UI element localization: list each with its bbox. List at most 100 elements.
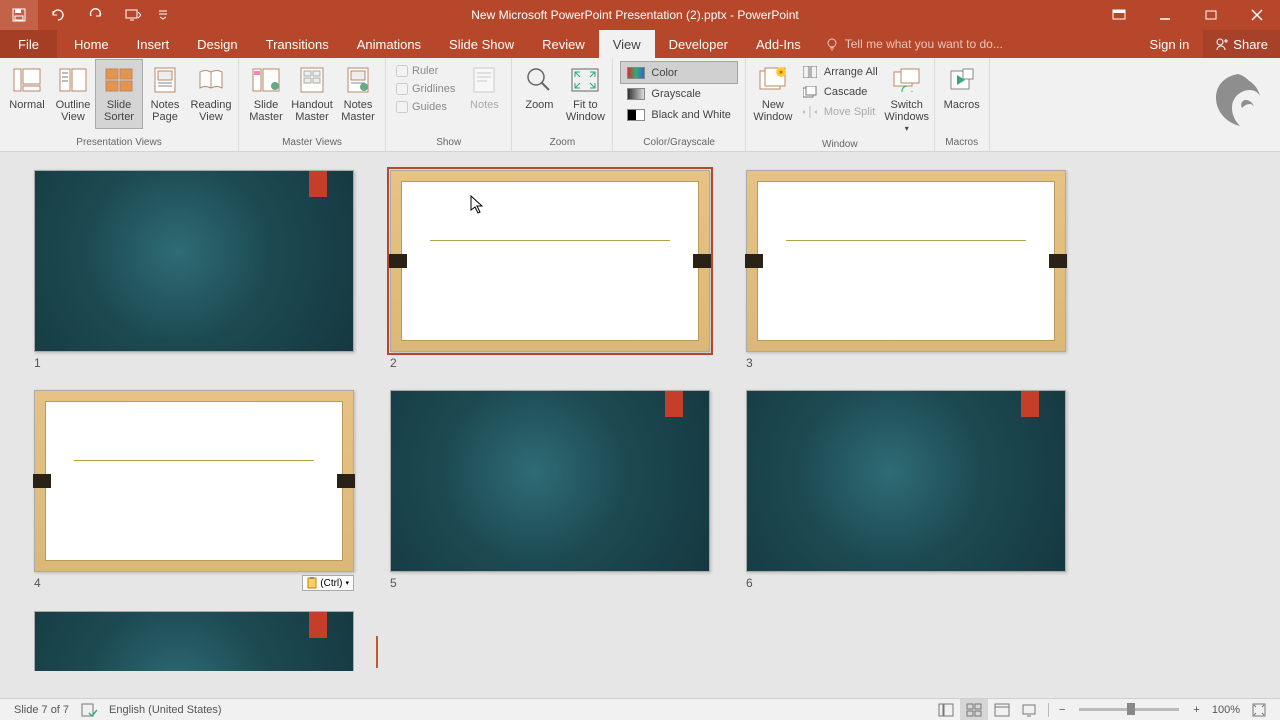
tell-me-placeholder: Tell me what you want to do...: [845, 37, 1003, 51]
group-show: Ruler Gridlines Guides Notes Show: [386, 58, 512, 151]
macros-button[interactable]: Macros: [939, 60, 985, 128]
slide-thumbnail-1[interactable]: 1: [34, 170, 354, 370]
notes-page-button[interactable]: Notes Page: [142, 60, 188, 128]
group-label: Show: [390, 135, 507, 151]
start-from-beginning-button[interactable]: [114, 0, 152, 30]
group-label: Window: [750, 137, 930, 153]
svg-text:✶: ✶: [778, 68, 785, 77]
redo-button[interactable]: [76, 0, 114, 30]
slide-sorter-area[interactable]: 1 2 3 4 (Ctrl)▾ 5 6: [0, 152, 1280, 698]
slide-number: 1: [34, 356, 41, 370]
tab-add-ins[interactable]: Add-Ins: [742, 30, 815, 58]
share-button[interactable]: Share: [1203, 30, 1280, 58]
new-window-button[interactable]: ✶New Window: [750, 60, 796, 128]
slide-thumbnail-6[interactable]: 6: [746, 390, 1066, 591]
zoom-level[interactable]: 100%: [1206, 699, 1246, 720]
slide-sorter-button[interactable]: Slide Sorter: [96, 60, 142, 128]
spellcheck-icon[interactable]: [75, 699, 103, 720]
zoom-out-button[interactable]: −: [1053, 699, 1071, 720]
handout-master-button[interactable]: Handout Master: [289, 60, 335, 128]
zoom-in-button[interactable]: +: [1187, 699, 1205, 720]
slide-number: 4: [34, 576, 41, 591]
group-master-views: Slide Master Handout Master Notes Master…: [239, 58, 386, 151]
notes-button[interactable]: Notes: [461, 60, 507, 128]
slide-sorter-shortcut[interactable]: [960, 699, 988, 720]
slide-thumbnail-5[interactable]: 5: [390, 390, 710, 591]
undo-button[interactable]: [38, 0, 76, 30]
switch-windows-button[interactable]: Switch Windows▾: [884, 60, 930, 137]
cascade-button[interactable]: Cascade: [796, 82, 884, 102]
maximize-button[interactable]: [1188, 0, 1234, 30]
tab-developer[interactable]: Developer: [655, 30, 742, 58]
group-label: Master Views: [243, 135, 381, 151]
ribbon-display-button[interactable]: [1096, 0, 1142, 30]
window-title: New Microsoft PowerPoint Presentation (2…: [174, 8, 1096, 22]
slide-number: 5: [390, 576, 397, 590]
slide-number: 6: [746, 576, 753, 590]
tab-insert[interactable]: Insert: [123, 30, 184, 58]
language-status[interactable]: English (United States): [103, 699, 228, 720]
tab-design[interactable]: Design: [183, 30, 251, 58]
reading-view-button[interactable]: Reading View: [188, 60, 234, 128]
quick-access-toolbar: [0, 0, 174, 30]
dragon-logo-icon: [1206, 70, 1270, 134]
clipboard-icon: [307, 577, 317, 589]
tab-home[interactable]: Home: [60, 30, 123, 58]
slide-thumbnail-3[interactable]: 3: [746, 170, 1066, 370]
black-white-mode-button[interactable]: Black and White: [621, 104, 736, 125]
tell-me-search[interactable]: Tell me what you want to do...: [815, 30, 1136, 58]
tab-animations[interactable]: Animations: [343, 30, 435, 58]
group-color-grayscale: Color Grayscale Black and White Color/Gr…: [613, 58, 745, 151]
sign-in-button[interactable]: Sign in: [1136, 30, 1204, 58]
paste-options-button[interactable]: (Ctrl)▾: [302, 575, 354, 591]
normal-view-shortcut[interactable]: [932, 699, 960, 720]
reading-view-shortcut[interactable]: [988, 699, 1016, 720]
group-label: Color/Grayscale: [617, 135, 740, 151]
zoom-button[interactable]: Zoom: [516, 60, 562, 128]
gridlines-checkbox[interactable]: Gridlines: [396, 80, 455, 98]
save-button[interactable]: [0, 0, 38, 30]
close-button[interactable]: [1234, 0, 1280, 30]
slide-number: 2: [390, 356, 397, 370]
group-label: Presentation Views: [4, 135, 234, 151]
tab-slide-show[interactable]: Slide Show: [435, 30, 528, 58]
color-mode-button[interactable]: Color: [621, 62, 736, 83]
fit-to-window-button[interactable]: Fit to Window: [562, 60, 608, 128]
title-bar: New Microsoft PowerPoint Presentation (2…: [0, 0, 1280, 30]
fit-to-window-shortcut[interactable]: [1246, 699, 1272, 720]
window-controls: [1096, 0, 1280, 30]
slide-thumbnail-7[interactable]: [34, 611, 354, 671]
ribbon: Normal Outline View Slide Sorter Notes P…: [0, 58, 1280, 152]
grayscale-mode-button[interactable]: Grayscale: [621, 83, 736, 104]
group-zoom: Zoom Fit to Window Zoom: [512, 58, 613, 151]
slideshow-shortcut[interactable]: [1016, 699, 1044, 720]
status-bar: Slide 7 of 7 English (United States) − +…: [0, 698, 1280, 720]
group-label: Macros: [939, 135, 985, 151]
group-label: Zoom: [516, 135, 608, 151]
guides-checkbox[interactable]: Guides: [396, 98, 455, 116]
group-presentation-views: Normal Outline View Slide Sorter Notes P…: [0, 58, 239, 151]
slide-count-status[interactable]: Slide 7 of 7: [8, 699, 75, 720]
slide-number: 3: [746, 356, 753, 370]
minimize-button[interactable]: [1142, 0, 1188, 30]
lightbulb-icon: [825, 37, 839, 51]
outline-view-button[interactable]: Outline View: [50, 60, 96, 128]
tab-review[interactable]: Review: [528, 30, 599, 58]
tab-view[interactable]: View: [599, 30, 655, 58]
notes-master-button[interactable]: Notes Master: [335, 60, 381, 128]
group-window: ✶New Window Arrange All Cascade Move Spl…: [746, 58, 935, 151]
tab-file[interactable]: File: [0, 30, 57, 58]
move-split-button: Move Split: [796, 102, 884, 122]
zoom-slider[interactable]: [1079, 708, 1179, 711]
arrange-all-button[interactable]: Arrange All: [796, 62, 884, 82]
slide-master-button[interactable]: Slide Master: [243, 60, 289, 128]
share-icon: [1215, 37, 1229, 51]
ruler-checkbox[interactable]: Ruler: [396, 62, 455, 80]
slide-thumbnail-4[interactable]: 4 (Ctrl)▾: [34, 390, 354, 591]
normal-view-button[interactable]: Normal: [4, 60, 50, 128]
ribbon-tabs: File HomeInsertDesignTransitionsAnimatio…: [0, 30, 1280, 58]
share-label: Share: [1233, 37, 1268, 52]
qat-customize-button[interactable]: [152, 0, 174, 30]
tab-transitions[interactable]: Transitions: [252, 30, 343, 58]
slide-thumbnail-2[interactable]: 2: [390, 170, 710, 370]
